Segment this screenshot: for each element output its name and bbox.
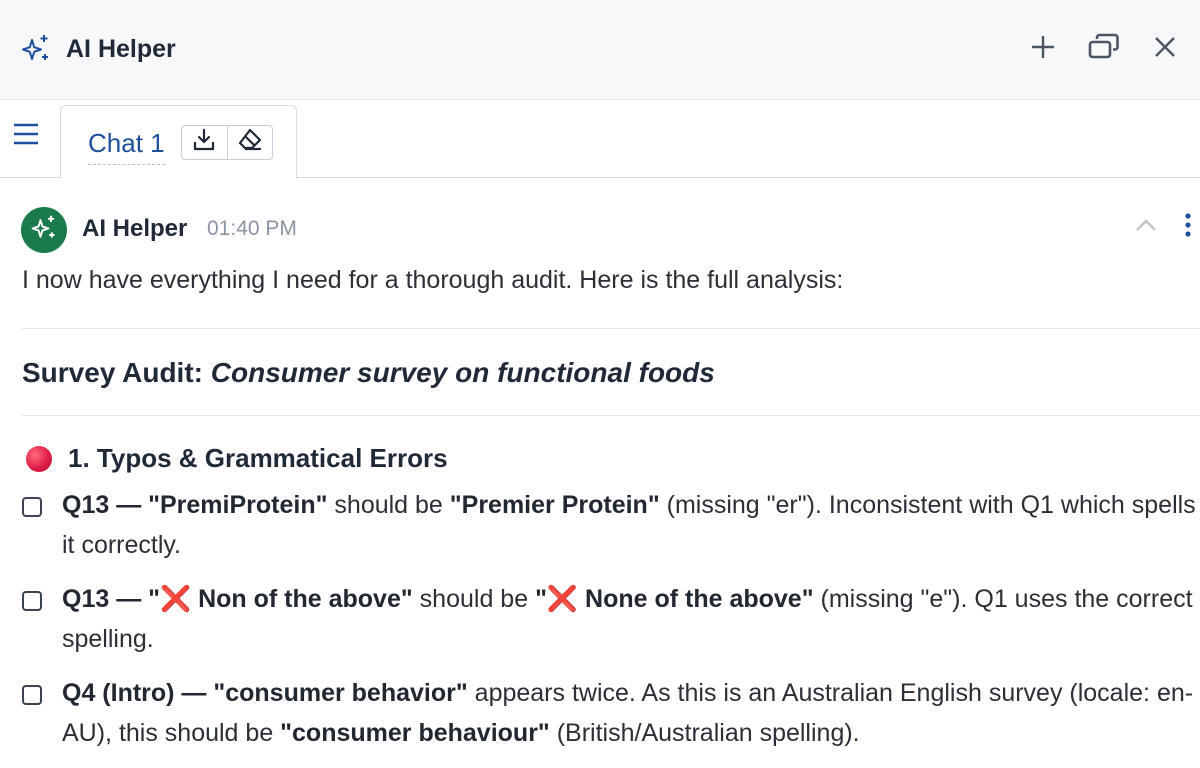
tab-label[interactable]: Chat 1 bbox=[88, 128, 165, 165]
cross-mark-icon: ❌ bbox=[160, 585, 192, 613]
app-title: AI Helper bbox=[66, 35, 176, 63]
item-ref: Non of the above" bbox=[191, 585, 413, 613]
item-correction: "consumer behaviour" bbox=[280, 719, 550, 747]
eraser-icon bbox=[237, 128, 263, 157]
checklist-item-text: Q13 — "PremiProtein" should be "Premier … bbox=[62, 485, 1198, 565]
divider bbox=[22, 328, 1200, 329]
close-button[interactable] bbox=[1148, 32, 1182, 66]
chevron-up-icon bbox=[1134, 217, 1158, 238]
sender-name: AI Helper bbox=[82, 215, 188, 242]
hamburger-menu-icon bbox=[12, 122, 40, 151]
item-text: (British/Australian spelling). bbox=[549, 719, 860, 747]
message-timestamp: 01:40 PM bbox=[207, 217, 297, 240]
item-text: should be bbox=[327, 491, 450, 519]
plus-icon bbox=[1030, 34, 1056, 65]
title-bar: AI Helper bbox=[0, 0, 1200, 100]
tab-actions bbox=[181, 125, 273, 160]
checklist-checkbox[interactable] bbox=[22, 497, 42, 517]
message-intro: I now have everything I need for a thoro… bbox=[22, 266, 844, 294]
collapse-message-button[interactable] bbox=[1132, 216, 1160, 238]
checklist-checkbox[interactable] bbox=[22, 685, 42, 705]
item-correction: " bbox=[535, 585, 547, 613]
checklist-checkbox[interactable] bbox=[22, 591, 42, 611]
restore-window-icon bbox=[1088, 33, 1120, 66]
section-title-text: 1. Typos & Grammatical Errors bbox=[68, 443, 448, 473]
clear-chat-button[interactable] bbox=[226, 126, 272, 159]
red-circle-icon bbox=[26, 445, 52, 472]
tab-chat-1[interactable]: Chat 1 bbox=[60, 105, 297, 179]
item-correction: None of the above" bbox=[578, 585, 814, 613]
audit-heading-prefix: Survey Audit: bbox=[22, 357, 211, 388]
close-icon bbox=[1152, 34, 1178, 65]
more-vertical-icon bbox=[1184, 212, 1192, 242]
audit-heading-subject: Consumer survey on functional foods bbox=[210, 357, 715, 388]
new-chat-button[interactable] bbox=[1026, 32, 1060, 66]
sparkle-icon bbox=[30, 214, 58, 247]
checklist-item-text: Q13 — "❌ Non of the above" should be "❌ … bbox=[62, 579, 1198, 659]
audit-heading: Survey Audit: Consumer survey on functio… bbox=[22, 357, 715, 389]
item-text: should be bbox=[412, 585, 536, 613]
restore-window-button[interactable] bbox=[1087, 32, 1121, 66]
checklist-item-text: Q4 (Intro) — "consumer behavior" appears… bbox=[62, 673, 1198, 753]
tab-strip: Chat 1 bbox=[0, 100, 1200, 179]
item-ref: Q13 — " bbox=[62, 585, 160, 613]
message-options-button[interactable] bbox=[1178, 212, 1198, 242]
avatar bbox=[21, 207, 67, 253]
sparkle-icon bbox=[20, 33, 52, 65]
item-ref: Q4 (Intro) — "consumer behavior" bbox=[62, 679, 468, 707]
export-chat-button[interactable] bbox=[182, 126, 227, 159]
item-ref: Q13 — "PremiProtein" bbox=[62, 491, 328, 519]
assistant-message: AI Helper 01:40 PM I now have everything… bbox=[0, 180, 1200, 768]
download-icon bbox=[192, 128, 216, 157]
menu-button[interactable] bbox=[10, 120, 42, 152]
cross-mark-icon: ❌ bbox=[546, 585, 579, 613]
divider bbox=[22, 415, 1200, 416]
item-correction: "Premier Protein" bbox=[449, 491, 660, 519]
section-title: 1. Typos & Grammatical Errors bbox=[26, 443, 448, 474]
